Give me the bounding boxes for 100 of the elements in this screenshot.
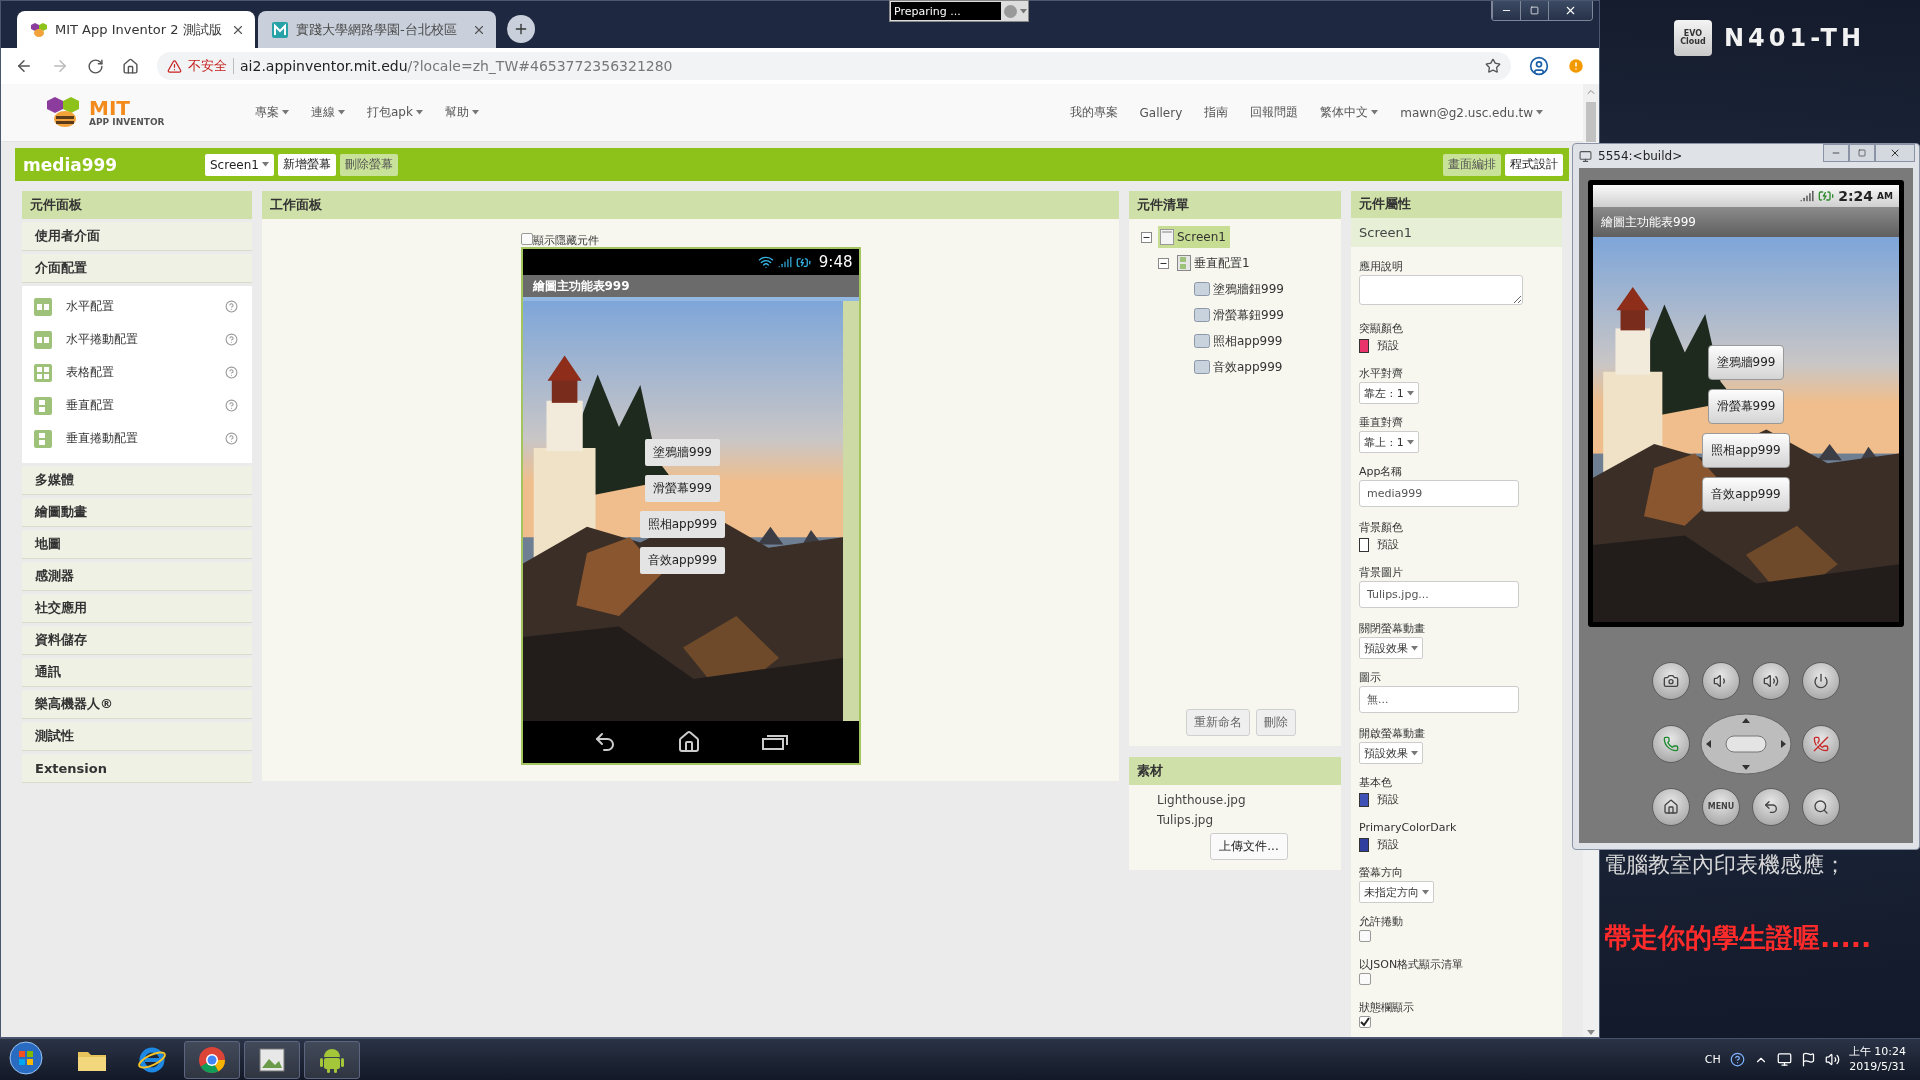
upload-button[interactable]: 上傳文件... bbox=[1210, 833, 1288, 860]
palette-category[interactable]: 測試性 bbox=[22, 722, 252, 751]
app-button[interactable]: 照相app999 bbox=[639, 511, 726, 538]
tree-item[interactable]: 滑螢幕鈕999 bbox=[1192, 303, 1288, 327]
color-swatch[interactable] bbox=[1359, 537, 1369, 552]
power-key[interactable] bbox=[1802, 661, 1840, 700]
menu-item[interactable]: 連線 bbox=[311, 104, 345, 121]
search-key[interactable] bbox=[1802, 787, 1840, 826]
checkbox[interactable] bbox=[520, 233, 533, 245]
dropdown[interactable]: 靠上 : 1 bbox=[1359, 431, 1419, 453]
recent-apps-icon[interactable] bbox=[762, 734, 789, 750]
palette-category[interactable]: 感測器 bbox=[22, 562, 252, 591]
flag-icon[interactable] bbox=[1800, 1052, 1816, 1067]
screen-dropdown[interactable]: Screen1 bbox=[205, 153, 274, 176]
address-bar[interactable]: 不安全 ai2.appinventor.mit.edu/?locale=zh_TW#4653772356321280 bbox=[157, 52, 1511, 80]
text-field[interactable]: media999 bbox=[1359, 480, 1519, 507]
menu-item[interactable]: 我的專案 bbox=[1069, 104, 1118, 121]
palette-category[interactable]: 樂高機器人® bbox=[22, 690, 252, 719]
dropdown[interactable]: 預設效果 bbox=[1359, 637, 1423, 659]
call-key[interactable] bbox=[1652, 724, 1690, 763]
dpad-control[interactable] bbox=[1700, 712, 1792, 775]
palette-item[interactable]: 水平配置 bbox=[66, 298, 211, 315]
tree-item[interactable]: 照相app999 bbox=[1192, 329, 1287, 353]
menu-item[interactable]: mawn@g2.usc.edu.tw bbox=[1400, 104, 1543, 121]
scrollbar-thumb[interactable] bbox=[1586, 102, 1596, 142]
palette-category[interactable]: 資料儲存 bbox=[22, 626, 252, 655]
palette-category[interactable]: 介面配置 bbox=[22, 254, 252, 283]
palette-item[interactable]: 表格配置 bbox=[66, 364, 211, 381]
dropdown[interactable]: 未指定方向 bbox=[1359, 881, 1434, 903]
volume-down-key[interactable] bbox=[1702, 661, 1740, 700]
menu-item[interactable]: 回報問題 bbox=[1250, 104, 1299, 121]
dropdown[interactable]: 預設效果 bbox=[1359, 742, 1423, 764]
minimize-button[interactable] bbox=[1492, 1, 1520, 20]
back-key[interactable] bbox=[1752, 787, 1790, 826]
checkbox[interactable] bbox=[1359, 930, 1371, 942]
collapse-icon[interactable] bbox=[1158, 257, 1169, 269]
text-field[interactable]: 無... bbox=[1359, 686, 1519, 713]
checkbox[interactable] bbox=[1359, 1016, 1371, 1028]
tree-item[interactable]: Screen1 bbox=[1158, 226, 1230, 248]
toolbar-button[interactable]: 新增螢幕 bbox=[277, 153, 336, 176]
browser-tab[interactable]: 實踐大學網路學園-台北校區 bbox=[258, 11, 496, 48]
profile-icon[interactable] bbox=[1529, 56, 1549, 76]
palette-category[interactable]: 多媒體 bbox=[22, 466, 252, 495]
emulator-button[interactable] bbox=[304, 1040, 360, 1079]
palette-category[interactable]: 地圖 bbox=[22, 530, 252, 559]
home-icon[interactable] bbox=[122, 57, 139, 75]
palette-item[interactable]: 垂直捲動配置 bbox=[66, 430, 211, 447]
app-button[interactable]: 音效app999 bbox=[1702, 477, 1790, 512]
media-file[interactable]: Tulips.jpg bbox=[1157, 813, 1341, 827]
view-tab[interactable]: 畫面編排 bbox=[1443, 153, 1501, 176]
volume-up-key[interactable] bbox=[1752, 661, 1790, 700]
menu-item[interactable]: Gallery bbox=[1139, 104, 1183, 121]
text-field[interactable]: Tulips.jpg... bbox=[1359, 581, 1519, 608]
app-button[interactable]: 塗鴉牆999 bbox=[645, 439, 720, 466]
close-button[interactable] bbox=[1548, 1, 1592, 20]
tree-item[interactable]: 垂直配置1 bbox=[1175, 251, 1254, 275]
dropdown[interactable]: 靠左 : 1 bbox=[1359, 382, 1419, 404]
maximize-button[interactable] bbox=[1520, 1, 1548, 20]
home-key[interactable] bbox=[1652, 787, 1690, 826]
color-swatch[interactable] bbox=[1359, 837, 1369, 852]
menu-item[interactable]: 幫助 bbox=[444, 104, 479, 121]
language-indicator[interactable]: CH bbox=[1704, 1053, 1721, 1066]
tree-item[interactable]: 音效app999 bbox=[1192, 355, 1287, 379]
palette-category[interactable]: 使用者介面 bbox=[22, 222, 252, 251]
browser-button[interactable] bbox=[184, 1040, 240, 1079]
palette-item[interactable]: 垂直配置 bbox=[66, 397, 211, 414]
menu-item[interactable]: 指南 bbox=[1204, 104, 1229, 121]
color-swatch[interactable] bbox=[1359, 338, 1369, 353]
network-icon[interactable] bbox=[1776, 1052, 1792, 1067]
end-call-key[interactable] bbox=[1802, 724, 1840, 763]
new-tab-button[interactable] bbox=[507, 15, 535, 43]
app-button[interactable]: 照相app999 bbox=[1702, 433, 1790, 468]
media-file[interactable]: Lighthouse.jpg bbox=[1157, 793, 1341, 807]
browser-tab[interactable]: MIT App Inventor 2 測試版 bbox=[17, 11, 255, 48]
view-tab[interactable]: 程式設計 bbox=[1505, 153, 1563, 176]
image-app-button[interactable] bbox=[244, 1040, 300, 1079]
palette-category[interactable]: 通訊 bbox=[22, 658, 252, 687]
volume-icon[interactable] bbox=[1824, 1052, 1840, 1067]
action-button[interactable]: 刪除 bbox=[1256, 709, 1296, 736]
bookmark-star-icon[interactable] bbox=[1485, 58, 1501, 74]
reload-icon[interactable] bbox=[87, 57, 104, 75]
menu-item[interactable]: 繁体中文 bbox=[1320, 104, 1379, 121]
palette-item[interactable]: 水平捲動配置 bbox=[66, 331, 211, 348]
color-swatch[interactable] bbox=[1359, 792, 1369, 807]
home-icon[interactable] bbox=[677, 730, 702, 754]
checkbox[interactable] bbox=[1359, 973, 1371, 985]
back-icon[interactable] bbox=[15, 57, 33, 75]
clock[interactable]: 上午 10:24 2019/5/31 bbox=[1848, 1044, 1906, 1075]
app-button[interactable]: 音效app999 bbox=[639, 547, 726, 574]
menu-key[interactable]: MENU bbox=[1702, 787, 1740, 826]
app-button[interactable]: 滑螢幕999 bbox=[645, 475, 720, 502]
palette-category[interactable]: 繪圖動畫 bbox=[22, 498, 252, 527]
camera-key[interactable] bbox=[1652, 661, 1690, 700]
app-button[interactable]: 滑螢幕999 bbox=[1707, 389, 1785, 424]
menu-item[interactable]: 打包apk bbox=[367, 104, 423, 121]
palette-category[interactable]: 社交應用 bbox=[22, 594, 252, 623]
help-icon[interactable] bbox=[1729, 1052, 1745, 1067]
menu-item[interactable]: 專案 bbox=[255, 104, 289, 121]
app-button[interactable]: 塗鴉牆999 bbox=[1707, 345, 1785, 380]
palette-category[interactable]: Extension bbox=[22, 754, 252, 783]
